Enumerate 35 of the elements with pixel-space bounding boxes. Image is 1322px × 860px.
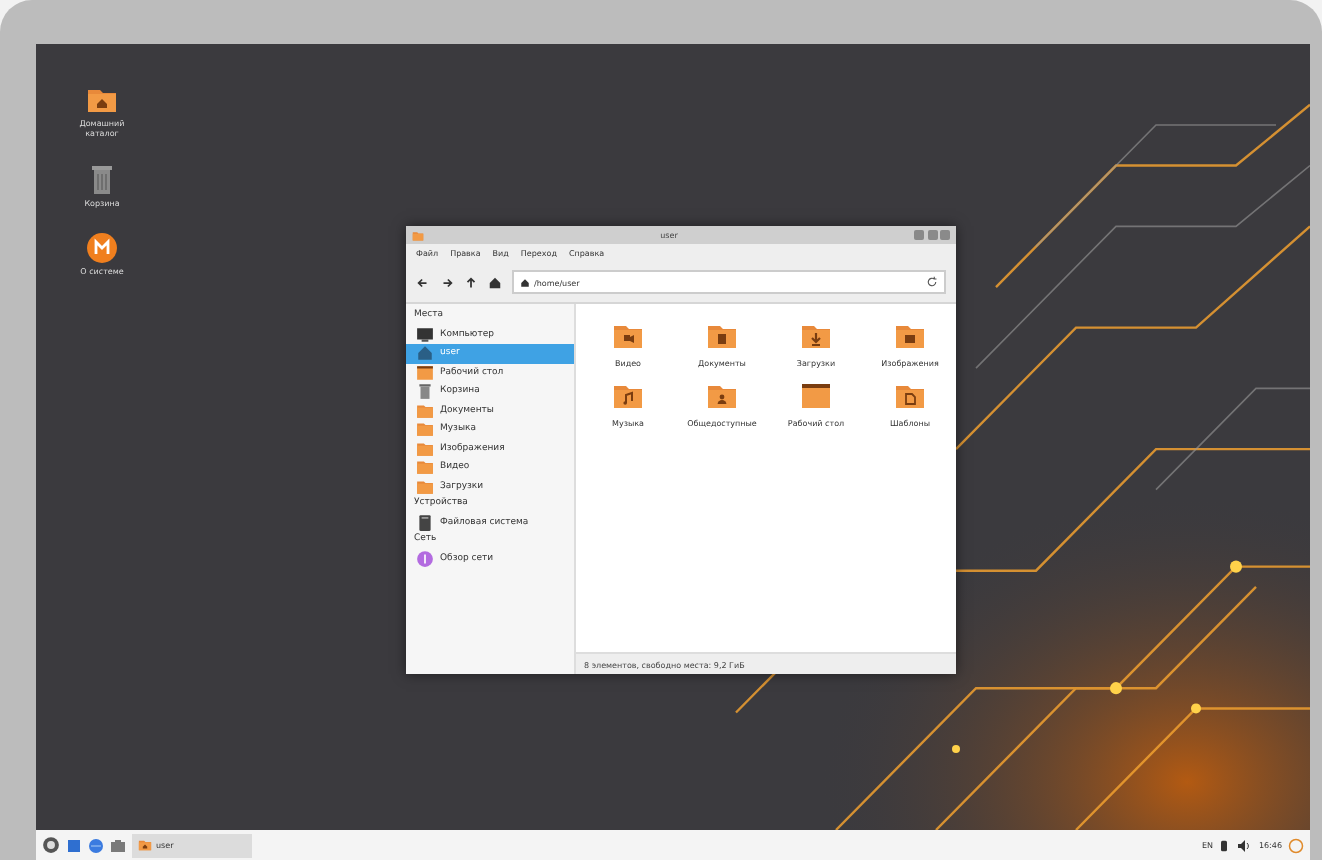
home-icon bbox=[520, 277, 530, 287]
desktop-folder-icon bbox=[416, 363, 434, 382]
folder-icon bbox=[706, 320, 738, 352]
folder-icon bbox=[612, 320, 644, 352]
home-icon bbox=[416, 344, 434, 363]
menu-icon[interactable] bbox=[42, 836, 60, 854]
folder-icon bbox=[612, 380, 644, 412]
trash-icon bbox=[416, 382, 434, 401]
folder-icon bbox=[800, 320, 832, 352]
folder-icon bbox=[894, 320, 926, 352]
back-arrow-icon[interactable] bbox=[416, 275, 430, 289]
folder-icon bbox=[706, 380, 738, 412]
drive-icon bbox=[416, 513, 434, 532]
speaker-icon[interactable] bbox=[1236, 837, 1253, 853]
folder-icon bbox=[416, 420, 434, 439]
folder-icon bbox=[416, 439, 434, 458]
home-folder-icon bbox=[86, 84, 118, 116]
folder-icon bbox=[138, 838, 152, 852]
reload-icon[interactable] bbox=[926, 276, 938, 288]
logo-icon bbox=[86, 232, 118, 265]
monitor-icon bbox=[416, 325, 434, 344]
trash-icon bbox=[86, 163, 118, 196]
network-icon bbox=[416, 549, 434, 568]
folder-icon bbox=[416, 401, 434, 420]
square-icon[interactable] bbox=[66, 837, 82, 853]
up-arrow-icon[interactable] bbox=[464, 275, 478, 289]
briefcase-icon[interactable] bbox=[110, 837, 126, 853]
folder-icon bbox=[412, 229, 424, 241]
globe-icon[interactable] bbox=[88, 837, 104, 853]
home-icon[interactable] bbox=[488, 275, 502, 289]
folder-icon bbox=[416, 458, 434, 477]
desktop-folder-icon bbox=[800, 380, 832, 412]
forward-arrow-icon[interactable] bbox=[440, 275, 454, 289]
folder-icon bbox=[894, 380, 926, 412]
folder-icon bbox=[416, 477, 434, 496]
